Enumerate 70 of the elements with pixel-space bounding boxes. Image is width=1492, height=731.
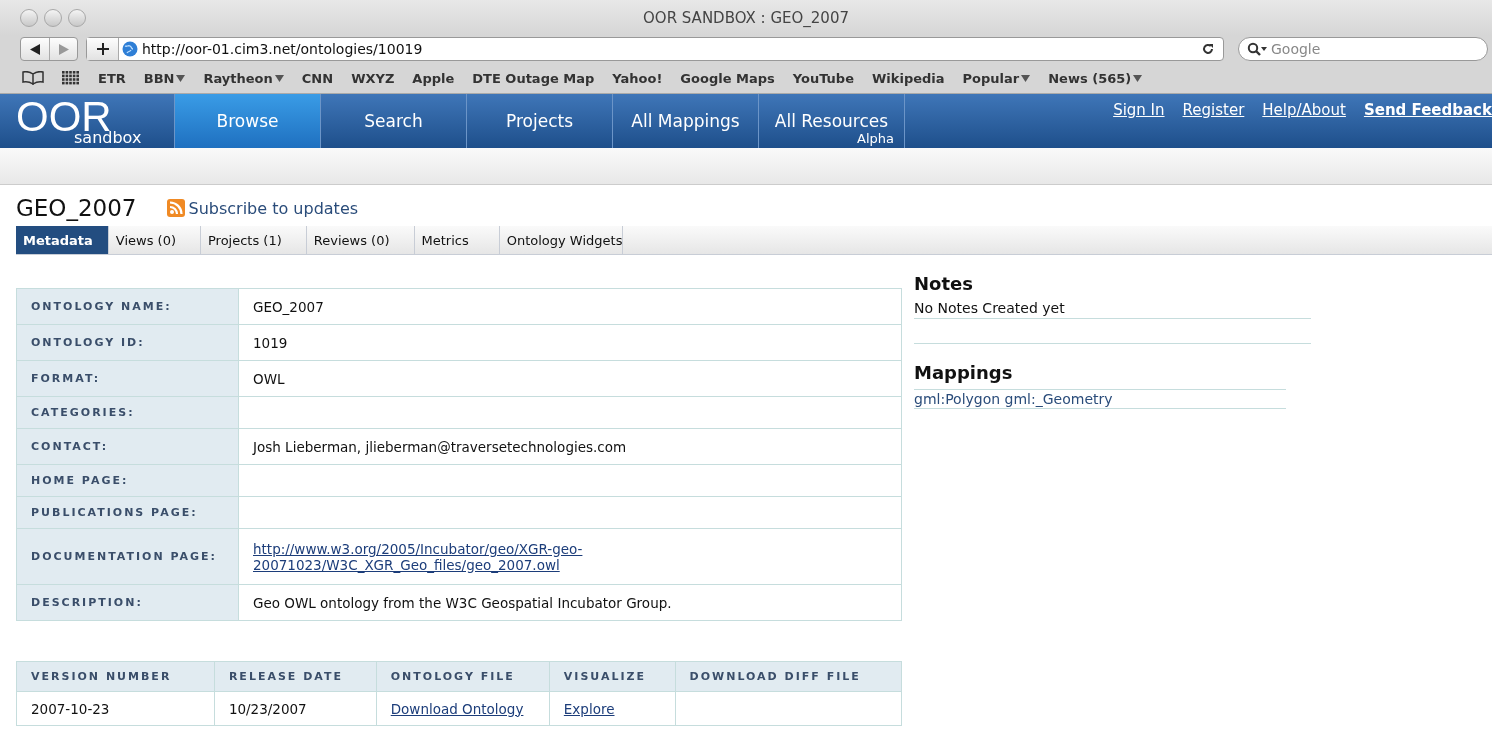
grid-icon[interactable] xyxy=(62,71,80,85)
caret-icon xyxy=(274,74,284,82)
field-label: DESCRIPTION: xyxy=(16,584,239,621)
caret-icon xyxy=(1133,74,1143,82)
field-label: ONTOLOGY ID: xyxy=(16,324,239,361)
field-value: GEO_2007 xyxy=(238,288,902,325)
bookmark-link[interactable]: Apple xyxy=(412,70,455,86)
field-label: ONTOLOGY NAME: xyxy=(16,288,239,325)
bookmark-link[interactable]: CNN xyxy=(301,70,334,86)
tab[interactable]: Projects (1) xyxy=(201,226,307,254)
bookmark-link[interactable]: DTE Outage Map xyxy=(472,70,595,86)
field-label: HOME PAGE: xyxy=(16,464,239,497)
field-label: PUBLICATIONS PAGE: xyxy=(16,496,239,529)
plus-icon xyxy=(96,43,109,55)
field-label: DOCUMENTATION PAGE: xyxy=(16,528,239,585)
right-arrow-icon xyxy=(58,43,69,55)
column-header: VERSION NUMBER xyxy=(16,661,215,692)
bookmark-link[interactable]: Wikipedia xyxy=(872,70,945,86)
notes-heading: Notes xyxy=(914,273,974,294)
column-header: ONTOLOGY FILE xyxy=(376,661,550,692)
bookmark-menu[interactable]: Popular xyxy=(962,70,1031,86)
field-value: OWL xyxy=(238,360,902,397)
window-title: OOR SANDBOX : GEO_2007 xyxy=(642,8,850,27)
rss-icon xyxy=(166,199,185,217)
bookmark-link[interactable]: WXYZ xyxy=(351,70,395,86)
table-link[interactable]: Explore xyxy=(563,700,615,717)
left-arrow-icon xyxy=(30,43,40,55)
table-cell: 10/23/2007 xyxy=(214,691,377,726)
header-link[interactable]: Help/About xyxy=(1262,101,1346,148)
notes-text: No Notes Created yet xyxy=(914,294,1311,319)
globe-icon xyxy=(122,41,138,57)
field-value: Josh Lieberman, jlieberman@traversetechnologies.com xyxy=(238,428,902,465)
reload-icon[interactable] xyxy=(1201,42,1215,56)
header-link[interactable]: Sign In xyxy=(1113,101,1165,148)
tab[interactable]: Views (0) xyxy=(108,226,201,254)
mappings-heading: Mappings xyxy=(914,362,1014,383)
column-header: RELEASE DATE xyxy=(214,661,377,692)
field-value: 1019 xyxy=(238,324,902,361)
bookmark-menu[interactable]: News (565) xyxy=(1048,70,1143,86)
address-field[interactable]: http://oor-01.cim3.net/ontologies/10019 xyxy=(86,37,1224,61)
page-title: GEO_2007 xyxy=(16,195,137,221)
add-bookmark-button[interactable] xyxy=(87,38,119,60)
alpha-label: Alpha xyxy=(857,130,895,146)
field-label: CONTACT: xyxy=(16,428,239,465)
mapping-link[interactable]: gml:Polygon gml:_Geometry xyxy=(914,390,1286,409)
caret-icon xyxy=(1021,74,1031,82)
tab[interactable]: Metrics xyxy=(414,226,500,254)
nav-tab[interactable]: Browse xyxy=(174,94,320,148)
bookmark-link[interactable]: Google Maps xyxy=(680,70,775,86)
table-cell: 2007-10-23 xyxy=(16,691,215,726)
field-value: Geo OWL ontology from the W3C Geospatial Incubator Group. xyxy=(238,584,902,621)
field-label: FORMAT: xyxy=(16,360,239,397)
tab[interactable]: Metadata xyxy=(16,226,109,254)
bookmark-menu[interactable]: BBN xyxy=(143,70,186,86)
search-icon xyxy=(1247,42,1267,56)
bookmark-link[interactable]: YouTube xyxy=(792,70,854,86)
search-field[interactable]: Google xyxy=(1238,37,1488,61)
field-label: CATEGORIES: xyxy=(16,396,239,429)
subscribe-link[interactable]: Subscribe to updates xyxy=(166,198,359,218)
bookmark-link[interactable]: ETR xyxy=(98,70,126,86)
header-link[interactable]: Send Feedback xyxy=(1363,101,1492,148)
bookmark-menu[interactable]: Raytheon xyxy=(203,70,284,86)
tab[interactable]: Ontology Widgets xyxy=(499,226,624,254)
column-header: DOWNLOAD DIFF FILE xyxy=(675,661,902,692)
column-header: VISUALIZE xyxy=(549,661,676,692)
header-link[interactable]: Register xyxy=(1182,101,1245,148)
caret-icon xyxy=(176,74,186,82)
tab[interactable]: Reviews (0) xyxy=(306,226,415,254)
book-icon[interactable] xyxy=(22,71,44,85)
bookmark-link[interactable]: Yahoo! xyxy=(612,70,663,86)
